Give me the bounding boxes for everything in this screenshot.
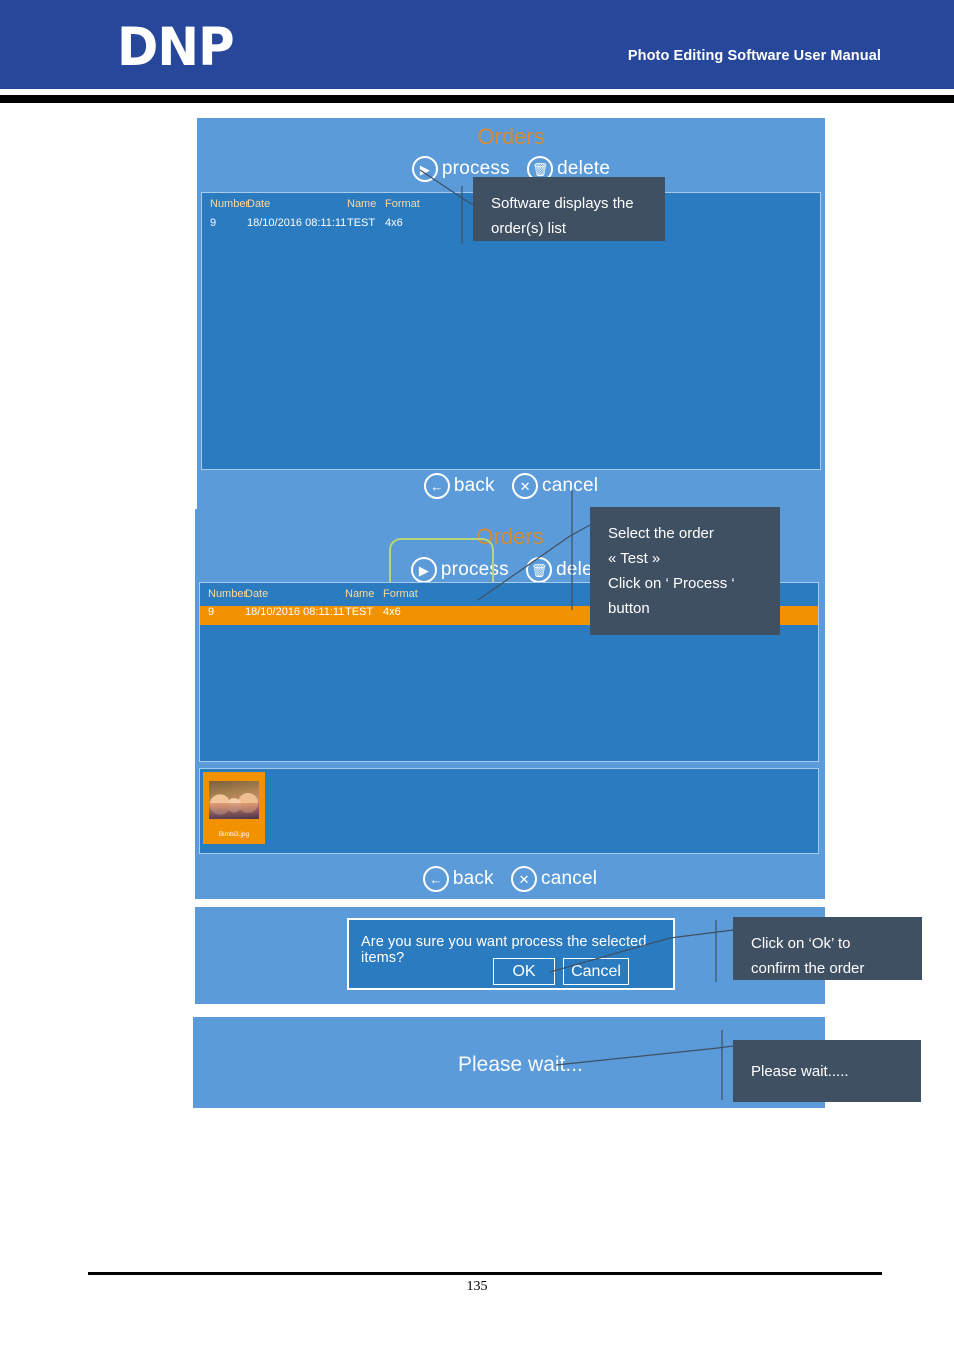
footer-divider-rule xyxy=(88,1272,882,1275)
cancel-x-icon: ✕ xyxy=(511,866,538,892)
header-number: Number xyxy=(208,588,248,600)
cell-name: TEST xyxy=(345,606,374,618)
callout-line: Click on ‘ Process ‘ xyxy=(608,575,735,592)
process-button[interactable]: ▶ process xyxy=(410,557,509,583)
back-arrow-icon: ← xyxy=(423,473,450,499)
callout-confirm-ok: Click on ‘Ok’ to confirm the order xyxy=(733,917,922,980)
callout-select-process: Select the order « Test » Click on ‘ Pro… xyxy=(590,507,780,635)
cancel-button[interactable]: ✕ cancel xyxy=(512,473,598,499)
callout-line: Click on ‘Ok’ to xyxy=(751,935,851,952)
cancel-x-icon: ✕ xyxy=(512,473,539,499)
thumbnail-item[interactable]: Bimbi3.jpg xyxy=(203,772,265,844)
screen-title-orders: Orders xyxy=(477,124,545,149)
callout-order-list: Software displays the order(s) list xyxy=(473,177,665,241)
cell-number: 9 xyxy=(210,217,217,229)
callout-line: order(s) list xyxy=(491,220,567,237)
cancel-button[interactable]: ✕ cancel xyxy=(511,866,597,892)
cell-date: 18/10/2016 08:11:11 xyxy=(245,606,345,618)
back-label: back xyxy=(452,868,494,889)
confirm-dialog-box: Are you sure you want process the select… xyxy=(347,918,675,990)
callout-please-wait: Please wait..... xyxy=(733,1040,921,1102)
photo-thumbnail-image xyxy=(209,781,259,819)
thumbnail-filename: Bimbi3.jpg xyxy=(218,831,250,838)
nav-bar-2: ← back ✕ cancel xyxy=(195,866,825,892)
please-wait-message: Please wait... xyxy=(458,1053,583,1076)
page-number: 135 xyxy=(466,1279,488,1294)
screenshot-confirm-dialog: Are you sure you want process the select… xyxy=(195,907,825,1004)
header-format: Format xyxy=(383,588,418,600)
callout-line: confirm the order xyxy=(751,960,865,977)
cell-format: 4x6 xyxy=(385,217,403,229)
header-title: Photo Editing Software User Manual xyxy=(627,48,881,64)
callout-line: button xyxy=(608,600,650,617)
callout-line: Select the order xyxy=(608,525,714,542)
callout-line: Please wait..... xyxy=(751,1062,849,1080)
header-name: Name xyxy=(345,588,375,600)
dnp-logo: DNP xyxy=(117,17,235,78)
back-button[interactable]: ← back xyxy=(422,866,494,892)
cell-date: 18/10/2016 08:11:11 xyxy=(247,217,347,229)
header-date: Date xyxy=(245,588,269,600)
header-number: Number xyxy=(210,198,250,210)
header-date: Date xyxy=(247,198,271,210)
cell-name: TEST xyxy=(347,217,376,229)
cancel-button[interactable]: Cancel xyxy=(563,958,629,985)
callout-line: Software displays the xyxy=(491,195,634,212)
back-button[interactable]: ← back xyxy=(423,473,495,499)
play-icon: ▶ xyxy=(411,156,438,182)
cell-format: 4x6 xyxy=(383,606,401,618)
play-icon: ▶ xyxy=(410,557,437,583)
header-name: Name xyxy=(347,198,377,210)
screenshot-please-wait: Please wait... xyxy=(193,1017,825,1108)
callout-line: « Test » xyxy=(608,550,661,567)
header-format: Format xyxy=(385,198,420,210)
trash-icon: 🗑 xyxy=(526,557,553,583)
ok-button[interactable]: OK xyxy=(493,958,555,985)
document-header: DNP Photo Editing Software User Manual xyxy=(0,0,954,89)
process-label: process xyxy=(440,559,509,580)
header-divider-rule xyxy=(0,95,954,103)
cancel-label: cancel xyxy=(542,475,599,496)
back-label: back xyxy=(453,475,495,496)
cell-number: 9 xyxy=(208,606,215,618)
nav-bar: ← back ✕ cancel xyxy=(197,473,825,499)
back-arrow-icon: ← xyxy=(422,866,449,892)
thumbnail-panel[interactable]: Bimbi3.jpg xyxy=(199,768,819,854)
cancel-label: cancel xyxy=(541,868,598,889)
